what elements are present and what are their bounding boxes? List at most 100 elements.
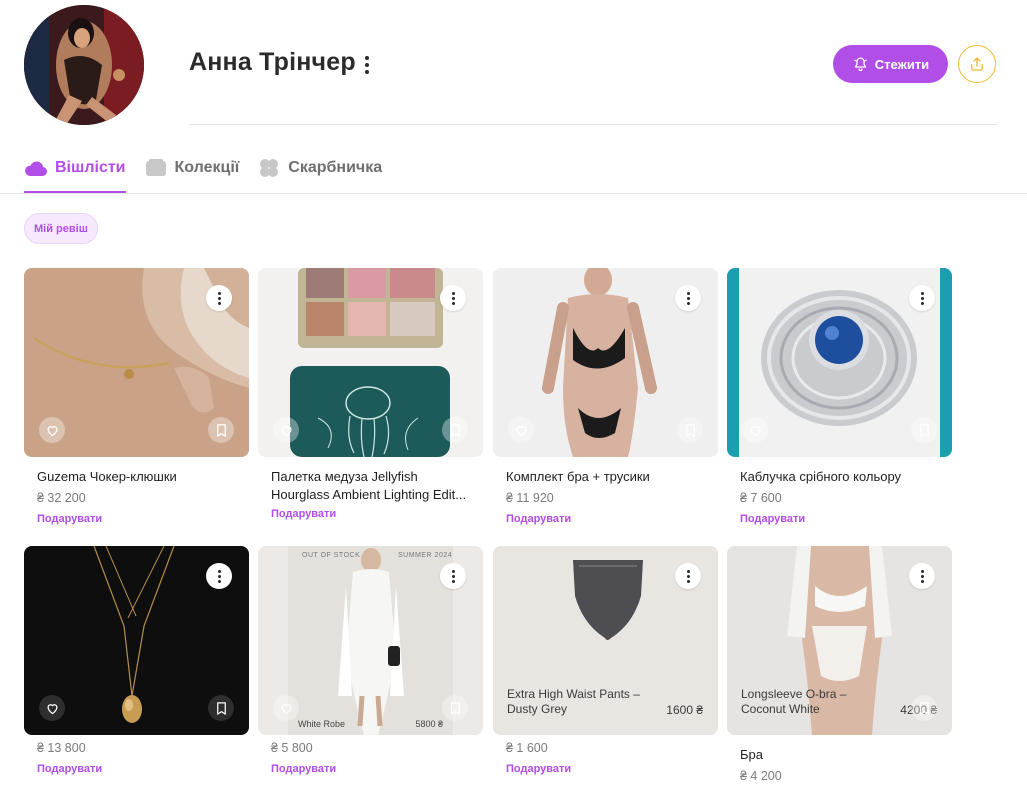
dot-icon: [920, 291, 924, 295]
follow-button-label: Стежити: [874, 56, 930, 72]
bookmark-icon: [216, 423, 226, 437]
dot-icon: [686, 291, 690, 295]
dot-icon: [217, 301, 221, 305]
product-title[interactable]: Каблучка срібного кольору: [727, 468, 952, 486]
gift-link[interactable]: Подарувати: [727, 513, 952, 525]
collection-icon: [145, 159, 166, 176]
product-card[interactable]: Комплект бра + трусики ₴ 11 920 Подарува…: [493, 268, 718, 525]
tab-label: Вішлісти: [55, 159, 126, 176]
heart-icon: [46, 703, 58, 714]
product-card[interactable]: Longsleeve O-bra – Coconut White 4200 ₴ …: [727, 546, 952, 783]
heart-icon: [280, 425, 292, 436]
cloud-icon: [25, 161, 48, 176]
card-menu-button[interactable]: [206, 563, 232, 589]
bookmark-button[interactable]: [208, 695, 234, 721]
dot-icon: [451, 574, 455, 578]
overlay-product-name: White Robe: [298, 719, 346, 729]
share-button[interactable]: [958, 45, 996, 83]
card-menu-button[interactable]: [675, 285, 701, 311]
gift-link[interactable]: Подарувати: [493, 763, 718, 775]
like-button[interactable]: [742, 417, 768, 443]
bookmark-button[interactable]: [442, 695, 468, 721]
dot-icon: [920, 574, 924, 578]
bookmark-icon: [216, 701, 226, 715]
bookmark-button[interactable]: [208, 417, 234, 443]
dot-icon: [217, 569, 221, 573]
card-menu-button[interactable]: [206, 285, 232, 311]
dot-icon: [686, 301, 690, 305]
overlay-product-price: 5800 ₴: [415, 719, 443, 729]
product-price: ₴ 32 200: [37, 491, 86, 505]
product-image[interactable]: [258, 268, 483, 457]
card-menu-button[interactable]: [909, 285, 935, 311]
heart-icon: [280, 703, 292, 714]
like-button[interactable]: [39, 695, 65, 721]
tab-label: Скарбничка: [288, 159, 383, 176]
follow-button[interactable]: Стежити: [833, 45, 948, 83]
like-button[interactable]: [273, 695, 299, 721]
like-button[interactable]: [273, 417, 299, 443]
overlay-product-price: 1600 ₴: [666, 703, 703, 717]
piggy-bank-icon: [260, 159, 279, 177]
gift-link[interactable]: Подарувати: [258, 763, 483, 775]
gift-link[interactable]: Подарувати: [24, 763, 249, 775]
product-image[interactable]: [493, 268, 718, 457]
card-menu-button[interactable]: [909, 563, 935, 589]
heart-icon: [749, 425, 761, 436]
tab-piggy-bank[interactable]: Скарбничка: [257, 152, 382, 184]
product-title[interactable]: Бра: [727, 746, 952, 764]
tab-collections[interactable]: Колекції: [144, 152, 239, 184]
header-divider: [189, 124, 997, 125]
product-image[interactable]: [24, 546, 249, 735]
like-button[interactable]: [39, 417, 65, 443]
avatar[interactable]: [24, 5, 144, 125]
gift-link[interactable]: Подарувати: [24, 513, 249, 525]
profile-page: Анна Трінчер Стежити Вішлісти Колекції С…: [0, 0, 1027, 789]
dot-icon: [686, 579, 690, 583]
overlay-product-name: Extra High Waist Pants – Dusty Grey: [507, 687, 640, 716]
dot-icon: [451, 301, 455, 305]
like-button[interactable]: [508, 417, 534, 443]
dot-icon: [451, 569, 455, 573]
bookmark-button[interactable]: [911, 695, 937, 721]
gift-link[interactable]: Подарувати: [493, 513, 718, 525]
bookmark-button[interactable]: [442, 417, 468, 443]
product-card[interactable]: Палетка медуза Jellyfish Hourglass Ambie…: [258, 268, 483, 520]
product-image[interactable]: [727, 268, 952, 457]
profile-tabs: Вішлісти Колекції Скарбничка: [24, 152, 382, 194]
product-title[interactable]: Комплект бра + трусики: [493, 468, 718, 486]
tab-wishlists[interactable]: Вішлісти: [24, 152, 126, 193]
product-card[interactable]: Extra High Waist Pants – Dusty Grey 1600…: [493, 546, 718, 775]
product-price: ₴ 5 800: [271, 741, 313, 755]
product-card[interactable]: OUT OF STOCK SUMMER 2024 White Robe 5800…: [258, 546, 483, 775]
product-price: ₴ 11 920: [506, 491, 554, 505]
card-menu-button[interactable]: [440, 285, 466, 311]
bell-icon: [854, 56, 867, 71]
gift-link[interactable]: Подарувати: [258, 508, 483, 520]
product-price: ₴ 4 200: [740, 769, 782, 783]
bookmark-icon: [919, 701, 929, 715]
product-image[interactable]: OUT OF STOCK SUMMER 2024 White Robe 5800…: [258, 546, 483, 735]
filter-chip[interactable]: Мій ревіш: [24, 213, 98, 244]
season-label: SUMMER 2024: [398, 552, 453, 559]
product-title[interactable]: Guzema Чокер-клюшки: [24, 468, 249, 486]
out-of-stock-label: OUT OF STOCK: [302, 552, 361, 559]
card-menu-button[interactable]: [440, 563, 466, 589]
dot-icon: [451, 296, 455, 300]
product-card[interactable]: Каблучка срібного кольору ₴ 7 600 Подару…: [727, 268, 952, 525]
product-card[interactable]: Guzema Чокер-клюшки ₴ 32 200 Подарувати: [24, 268, 249, 525]
dot-icon: [217, 291, 221, 295]
avatar-photo: [24, 5, 144, 125]
bookmark-icon: [450, 423, 460, 437]
dot-icon: [920, 296, 924, 300]
product-image[interactable]: [24, 268, 249, 457]
profile-menu-button[interactable]: [358, 56, 376, 74]
product-title[interactable]: Палетка медуза Jellyfish Hourglass Ambie…: [258, 468, 483, 504]
card-menu-button[interactable]: [675, 563, 701, 589]
bookmark-button[interactable]: [677, 417, 703, 443]
product-card[interactable]: ₴ 13 800 Подарувати: [24, 546, 249, 775]
product-image[interactable]: Longsleeve O-bra – Coconut White 4200 ₴: [727, 546, 952, 735]
dot-icon: [451, 291, 455, 295]
bookmark-button[interactable]: [911, 417, 937, 443]
product-image[interactable]: Extra High Waist Pants – Dusty Grey 1600…: [493, 546, 718, 735]
